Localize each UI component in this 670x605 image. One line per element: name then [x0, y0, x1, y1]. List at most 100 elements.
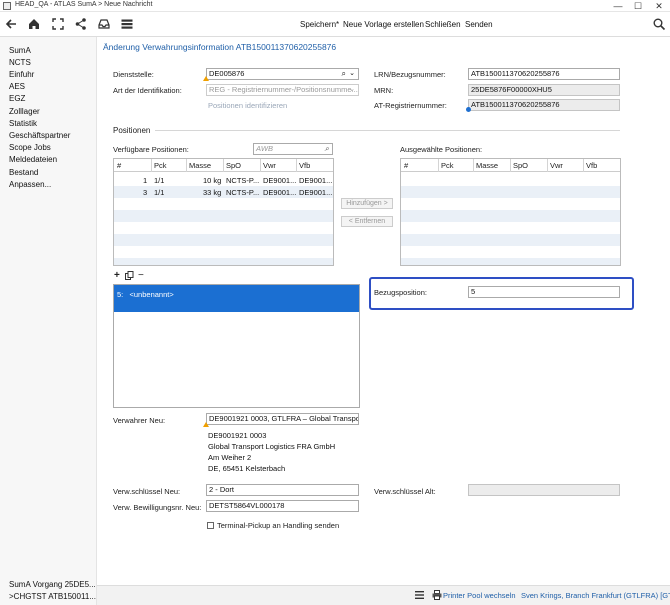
sidebar-item-einfuhr[interactable]: Einfuhr [9, 70, 34, 79]
minimize-button[interactable]: — [612, 0, 624, 12]
remove-position-button[interactable]: < Entfernen [341, 216, 393, 227]
empty-row [401, 222, 620, 234]
expand-icon[interactable] [51, 17, 65, 31]
save-button[interactable]: Speichern* [300, 20, 339, 29]
back-arrow-icon[interactable] [4, 17, 18, 31]
bewilligungsnr-field[interactable]: DETST5864VL000178 [206, 500, 359, 512]
table-row[interactable]: 3 1/1 33 kg NCTS-P... DE9001... DE9001..… [114, 186, 333, 198]
cell-nr: 3 [143, 188, 148, 197]
column-header[interactable]: Vwr [550, 161, 563, 170]
sidebar-item-anpassen[interactable]: Anpassen... [9, 180, 51, 189]
add-icon[interactable]: + [114, 270, 120, 281]
selected-positions-table: # Pck Masse SpO Vwr Vfb [400, 158, 621, 266]
bezugsposition-field[interactable]: 5 [468, 286, 620, 298]
sidebar-item-geschaeftspartner[interactable]: Geschäftspartner [9, 131, 70, 140]
copy-icon[interactable] [125, 271, 134, 282]
empty-row [401, 186, 620, 198]
lrn-label: LRN/Bezugsnummer: [374, 70, 446, 79]
sidebar-item-suma[interactable]: SumA [9, 46, 31, 55]
table-header: # Pck Masse SpO Vwr Vfb [401, 159, 620, 172]
add-position-button[interactable]: Hinzufügen > [341, 198, 393, 209]
info-icon [466, 107, 471, 112]
lrn-field[interactable]: ATB150011370620255876 [468, 68, 620, 80]
chevron-down-icon[interactable]: ⌄ [349, 69, 355, 79]
dienststelle-value: DE005876 [209, 69, 245, 78]
column-header[interactable]: SpO [226, 161, 241, 170]
maximize-button[interactable]: ☐ [632, 0, 644, 12]
search-icon[interactable] [652, 17, 666, 31]
verw-schluessel-neu-field[interactable]: 2 - Dort [206, 484, 359, 496]
home-icon[interactable] [27, 17, 41, 31]
new-template-button[interactable]: Neue Vorlage erstellen [343, 20, 424, 29]
empty-row [401, 258, 620, 265]
remove-icon[interactable]: − [138, 270, 144, 281]
column-header[interactable]: Vfb [586, 161, 597, 170]
list-item[interactable]: 5: <unbenannt> [114, 285, 359, 312]
column-header[interactable]: # [117, 161, 121, 170]
position-list: 5: <unbenannt> [113, 284, 360, 408]
chevron-down-icon: ⌄ [349, 86, 355, 93]
sidebar-item-statistik[interactable]: Statistik [9, 119, 37, 128]
cell-vfb: DE9001... [299, 188, 333, 197]
address-line: Global Transport Logistics FRA GmbH [208, 442, 336, 451]
cell-pck: 1/1 [154, 176, 165, 185]
sidebar-item-ncts[interactable]: NCTS [9, 58, 31, 67]
cell-vwr: DE9001... [263, 188, 296, 197]
terminal-pickup-checkbox[interactable] [207, 522, 214, 529]
column-header[interactable]: Masse [476, 161, 498, 170]
verwahrer-label: Verwahrer Neu: [113, 416, 166, 425]
empty-row [114, 234, 333, 246]
sidebar-item-bestand[interactable]: Bestand [9, 168, 38, 177]
column-header[interactable]: Vfb [299, 161, 310, 170]
selected-positions-label: Ausgewählte Positionen: [400, 145, 483, 154]
awb-search-input[interactable]: AWB ⌕ [253, 143, 333, 155]
empty-row [114, 222, 333, 234]
empty-row [401, 246, 620, 258]
cell-spo: NCTS-P... [226, 176, 259, 185]
art-label: Art der Identifikation: [113, 86, 182, 95]
address-line: Am Weiher 2 [208, 453, 252, 462]
positionen-identifizieren-link[interactable]: Positionen identifizieren [208, 101, 287, 110]
sidebar-item-aes[interactable]: AES [9, 82, 25, 91]
sidebar-item-zolllager[interactable]: Zolllager [9, 107, 40, 116]
close-window-button[interactable]: ✕ [653, 0, 665, 12]
inbox-icon[interactable] [97, 17, 111, 31]
sidebar-open-item-chgtst[interactable]: >CHGTST ATB150011... [9, 592, 96, 601]
art-identifikation-value: REG - Registriernummer-/Positionsnumme..… [209, 85, 358, 94]
warning-icon [203, 422, 209, 427]
empty-row [401, 198, 620, 210]
empty-row [401, 174, 620, 186]
verw-schluessel-neu-label: Verw.schlüssel Neu: [113, 487, 181, 496]
column-header[interactable]: SpO [513, 161, 528, 170]
list-icon[interactable] [120, 17, 134, 31]
column-header[interactable]: Vwr [263, 161, 276, 170]
send-button[interactable]: Senden [465, 20, 493, 29]
column-header[interactable]: Pck [154, 161, 167, 170]
sidebar-item-egz[interactable]: EGZ [9, 94, 25, 103]
mrn-label: MRN: [374, 86, 394, 95]
art-identifikation-select[interactable]: REG - Registriernummer-/Positionsnumme..… [206, 84, 359, 96]
empty-row [114, 210, 333, 222]
mrn-field: 25DE5876F00000XHU5 [468, 84, 620, 96]
column-header[interactable]: Masse [189, 161, 211, 170]
positionen-section-title: Positionen [113, 126, 151, 135]
sidebar-item-scope-jobs[interactable]: Scope Jobs [9, 143, 51, 152]
section-divider [155, 130, 620, 131]
printer-pool-link[interactable]: Printer Pool wechseln [443, 591, 516, 600]
sidebar-item-meldedateien[interactable]: Meldedateien [9, 155, 57, 164]
close-message-button[interactable]: Schließen [425, 20, 461, 29]
verw-schluessel-alt-field [468, 484, 620, 496]
title-bar: HEAD_QA - ATLAS SumA > Neue Nachricht — … [0, 0, 670, 12]
search-icon[interactable]: ⌕ [342, 69, 346, 79]
sidebar-open-item-suma-vorgang[interactable]: SumA Vorgang 25DE5... [9, 580, 96, 589]
cell-vwr: DE9001... [263, 176, 296, 185]
table-row[interactable]: 1 1/1 10 kg NCTS-P... DE9001... DE9001..… [114, 174, 333, 186]
verwahrer-field[interactable]: DE9001921 0003, GTLFRA – Global Transpor… [206, 413, 359, 425]
column-header[interactable]: Pck [441, 161, 454, 170]
menu-icon[interactable] [415, 591, 424, 601]
user-branch-link[interactable]: Sven Krings, Branch Frankfurt (GTLFRA) [… [521, 591, 670, 600]
column-header[interactable]: # [404, 161, 408, 170]
dienststelle-field[interactable]: DE005876 ⌕ ⌄ [206, 68, 359, 80]
search-icon[interactable]: ⌕ [325, 144, 329, 154]
share-icon[interactable] [74, 17, 88, 31]
